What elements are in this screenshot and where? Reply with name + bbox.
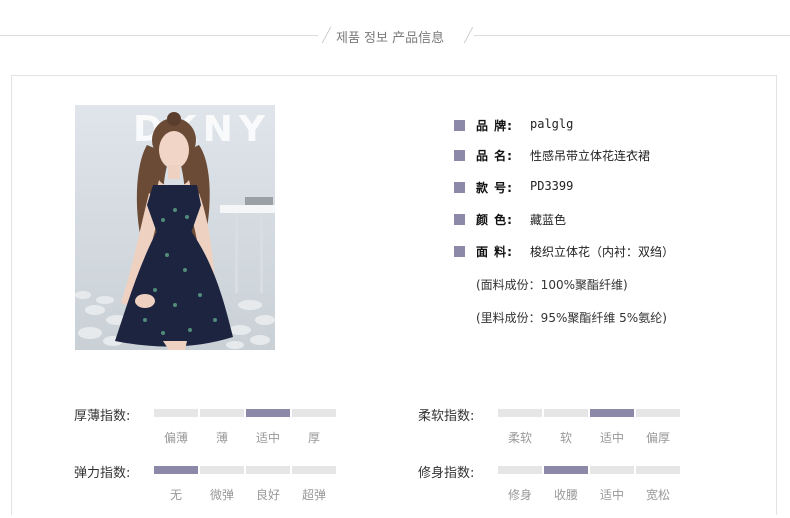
bullet-square-icon: [454, 120, 465, 131]
scale-segment: [246, 466, 290, 474]
section-header: 제품 정보 产品信息: [0, 18, 790, 52]
fabric-composition-note: (面料成份：100%聚酯纤维): [476, 278, 628, 292]
scale-option: 偏厚: [645, 431, 670, 445]
scale-option: 超弹: [301, 488, 326, 502]
scale-segment: [590, 409, 634, 417]
scale-segment: [292, 466, 336, 474]
spec-value: palglg: [530, 117, 574, 131]
spec-label: 款 号:: [476, 181, 513, 195]
bullet-square-icon: [454, 246, 465, 257]
spec-value: 梭织立体花（内衬：双绉）: [530, 245, 675, 259]
header-rule-left: [0, 35, 318, 36]
scale-bar: 修身 收腰 适中 宽松: [498, 466, 682, 502]
scale-option: 适中: [599, 431, 624, 445]
scale-bar: 柔软 软 适中 偏厚: [498, 409, 682, 445]
spec-value: 性感吊带立体花连衣裙: [530, 149, 651, 163]
scale-segment: [636, 409, 680, 417]
scale-segment: [498, 466, 542, 474]
scale-segment: [590, 466, 634, 474]
scale-option: 柔软: [507, 431, 532, 445]
scale-segment: [200, 409, 244, 417]
scale-option: 宽松: [645, 488, 670, 502]
spec-label: 品 名:: [476, 149, 513, 163]
bullet-square-icon: [454, 182, 465, 193]
header-slash-left: [321, 27, 332, 43]
spec-value: 藏蓝色: [530, 213, 567, 227]
spec-label: 面 料:: [476, 245, 513, 259]
scale-option: 薄: [215, 431, 228, 445]
scale-option: 厚: [307, 431, 320, 445]
bullet-square-icon: [454, 150, 465, 161]
scale-segment: [544, 409, 588, 417]
scale-segment: [200, 466, 244, 474]
scale-option: 良好: [255, 488, 280, 502]
scale-label: 弹力指数:: [74, 466, 131, 481]
scale-segment: [544, 466, 588, 474]
spec-label: 颜 色:: [476, 213, 513, 227]
scale-segment: [636, 466, 680, 474]
bullet-square-icon: [454, 214, 465, 225]
scale-label: 修身指数:: [418, 466, 475, 481]
scale-option: 适中: [599, 488, 624, 502]
scale-bar: 无 微弹 良好 超弹: [154, 466, 338, 502]
scale-label: 柔软指数:: [418, 409, 475, 424]
scale-label: 厚薄指数:: [74, 409, 131, 424]
scale-option: 适中: [255, 431, 280, 445]
header-slash-right: [463, 27, 474, 43]
scale-segment: [246, 409, 290, 417]
scale-segment: [292, 409, 336, 417]
header-rule-right: [474, 35, 790, 36]
scale-segment: [154, 466, 198, 474]
scale-option: 微弹: [209, 488, 234, 502]
scale-bar: 偏薄 薄 适中 厚: [154, 409, 338, 445]
scale-option: 修身: [507, 488, 532, 502]
product-photo: DKNY: [75, 105, 275, 350]
scale-option: 无: [169, 488, 182, 502]
section-title: 제품 정보 产品信息: [336, 31, 445, 46]
product-info-page: 제품 정보 产品信息 DKNY 品 牌: palglg 品 名: 性感吊带立体花…: [0, 0, 790, 518]
spec-label: 品 牌:: [476, 119, 513, 133]
spec-value: PD3399: [530, 179, 574, 193]
scale-segment: [154, 409, 198, 417]
scale-option: 软: [559, 431, 572, 445]
scale-segment: [498, 409, 542, 417]
scale-option: 偏薄: [163, 431, 188, 445]
lining-composition-note: (里料成份：95%聚酯纤维 5%氨纶): [476, 311, 667, 325]
scale-option: 收腰: [553, 488, 578, 502]
